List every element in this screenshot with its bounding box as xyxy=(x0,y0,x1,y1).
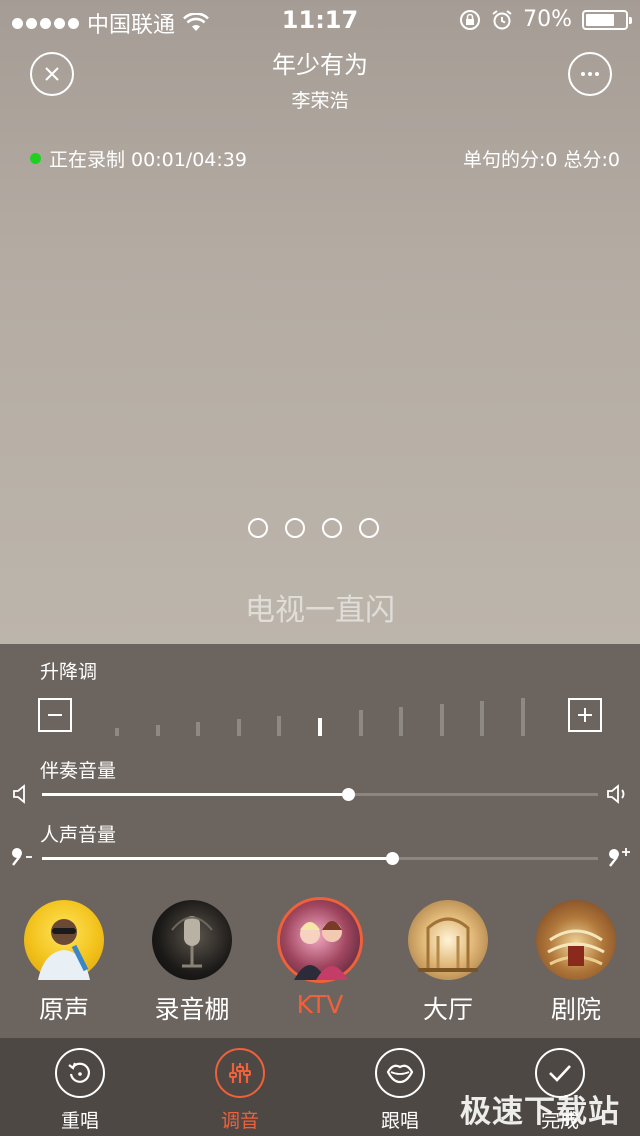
pitch-label: 升降调 xyxy=(40,661,98,683)
effect-theater[interactable]: 剧院 xyxy=(521,900,631,1026)
current-lyric: 电视一直闪 xyxy=(245,593,395,628)
pitch-tick xyxy=(480,701,484,736)
microphone-low-icon xyxy=(12,848,32,866)
pitch-scale[interactable] xyxy=(115,692,525,736)
speaker-high-icon xyxy=(607,784,625,804)
theater-interior-icon xyxy=(547,929,605,966)
orientation-lock-icon xyxy=(460,9,481,30)
studio-microphone-icon xyxy=(171,916,213,968)
status-bar: 中国联通 11:17 70% xyxy=(0,0,640,40)
battery-icon xyxy=(582,9,632,30)
hall-interior-icon xyxy=(418,917,478,972)
alarm-icon xyxy=(492,9,512,29)
accompaniment-volume-slider[interactable] xyxy=(42,788,598,801)
minus-icon xyxy=(48,714,62,716)
effect-hall-thumbnail xyxy=(408,900,488,980)
tab-resing-icon-wrap xyxy=(55,1048,105,1098)
effect-studio[interactable]: 录音棚 xyxy=(137,900,247,1026)
tab-tuning-label: 调音 xyxy=(220,1110,259,1132)
recording-dot-icon xyxy=(30,153,41,164)
speaker-low-icon xyxy=(13,784,25,804)
countdown-dot xyxy=(359,518,379,538)
effect-theater-thumbnail xyxy=(536,900,616,980)
more-icon xyxy=(581,72,599,76)
pitch-tick xyxy=(156,725,160,736)
effect-studio-label: 录音棚 xyxy=(154,995,230,1024)
tab-resing[interactable]: 重唱 xyxy=(30,1048,130,1133)
tab-sing-along-icon-wrap xyxy=(375,1048,425,1098)
pitch-up-button[interactable] xyxy=(568,698,602,732)
replay-icon xyxy=(68,1062,91,1083)
microphone-high-icon xyxy=(609,848,630,867)
pitch-tick xyxy=(440,704,444,736)
effect-ktv-thumbnail xyxy=(280,900,360,980)
pitch-tick xyxy=(399,707,403,736)
pitch-down-button[interactable] xyxy=(38,698,72,732)
effect-original-thumbnail xyxy=(24,900,104,980)
pitch-tick xyxy=(196,722,200,736)
accompaniment-volume-label: 伴奏音量 xyxy=(40,760,117,782)
countdown-indicator xyxy=(248,518,379,538)
more-button[interactable] xyxy=(568,52,612,96)
effect-ktv[interactable]: KTV xyxy=(265,900,375,1019)
accompaniment-volume-knob[interactable] xyxy=(342,788,355,801)
equalizer-icon xyxy=(229,1063,251,1083)
tab-sing-along[interactable]: 跟唱 xyxy=(350,1048,450,1133)
vocal-volume-fill xyxy=(42,857,392,860)
battery-percent: 70% xyxy=(523,7,572,32)
pitch-tick xyxy=(115,728,119,736)
effect-hall[interactable]: 大厅 xyxy=(393,900,503,1026)
countdown-dot xyxy=(285,518,305,538)
tab-sing-along-label: 跟唱 xyxy=(380,1110,419,1132)
recording-status-text: 正在录制 00:01/04:39 xyxy=(49,149,247,171)
vocal-volume-label: 人声音量 xyxy=(40,824,117,846)
singer-image-icon xyxy=(38,919,90,980)
effect-ktv-label: KTV xyxy=(296,990,344,1019)
checkmark-icon xyxy=(549,1065,571,1082)
song-artist: 李荣浩 xyxy=(291,90,349,112)
tab-tuning[interactable]: 调音 xyxy=(190,1048,290,1133)
recording-status: 正在录制 00:01/04:39 xyxy=(30,145,247,172)
vocal-volume-knob[interactable] xyxy=(386,852,399,865)
watermark: 极速下载站 xyxy=(460,1094,620,1130)
pitch-tick xyxy=(359,710,363,736)
effect-original-label: 原声 xyxy=(38,995,89,1024)
countdown-dot xyxy=(248,518,268,538)
tab-resing-label: 重唱 xyxy=(60,1110,99,1132)
tab-tuning-icon-wrap xyxy=(215,1048,265,1098)
pitch-tick xyxy=(237,719,241,736)
accompaniment-volume-fill xyxy=(42,793,348,796)
song-title: 年少有为 xyxy=(272,51,368,79)
pitch-tick xyxy=(277,716,281,736)
pitch-tick-active xyxy=(318,718,322,736)
effect-theater-label: 剧院 xyxy=(550,995,601,1024)
score-text: 单句的分:0 总分:0 xyxy=(462,149,620,171)
lips-icon xyxy=(386,1064,414,1084)
plus-icon xyxy=(578,708,592,722)
pitch-tick xyxy=(521,698,525,736)
countdown-dot xyxy=(322,518,342,538)
effect-original[interactable]: 原声 xyxy=(9,900,119,1026)
effect-hall-label: 大厅 xyxy=(422,995,473,1024)
ktv-singers-icon xyxy=(294,921,348,980)
sound-effect-list: 原声 录音棚 KTV 大厅 剧院 xyxy=(0,900,640,1030)
vocal-volume-slider[interactable] xyxy=(42,852,598,865)
effect-studio-thumbnail xyxy=(152,900,232,980)
